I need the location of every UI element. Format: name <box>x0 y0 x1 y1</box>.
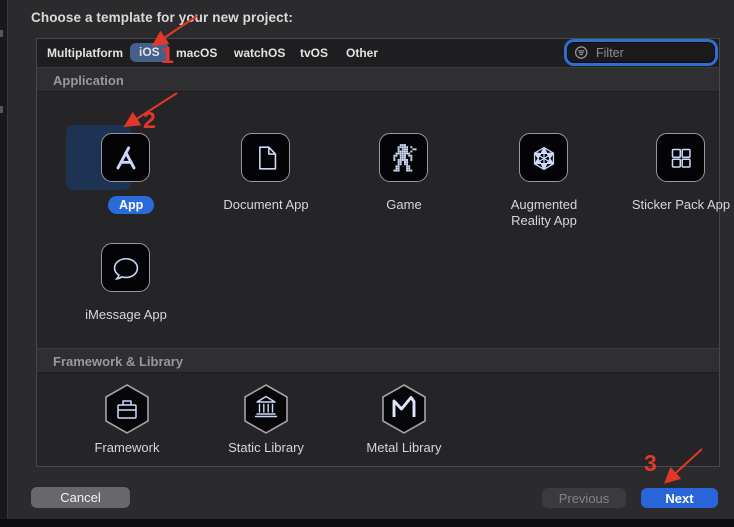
section-header-application: Application <box>37 67 719 92</box>
template-label-document-app[interactable]: Document App <box>204 197 328 213</box>
tab-multiplatform[interactable]: Multiplatform <box>47 39 123 67</box>
window-edge-mark <box>0 30 3 37</box>
metal-hexagon-icon <box>382 384 426 434</box>
template-label-augmented-reality-app[interactable]: Augmented Reality App <box>500 197 588 229</box>
template-item-game[interactable] <box>379 133 428 182</box>
filter-input[interactable] <box>594 44 708 61</box>
screenshot-root: Choose a template for your new project: … <box>0 0 734 527</box>
tab-tvos[interactable]: tvOS <box>300 39 328 67</box>
toolbox-hexagon-icon <box>105 384 149 434</box>
template-label-imessage-app[interactable]: iMessage App <box>64 307 188 323</box>
template-chooser: Multiplatform iOS macOS watchOS tvOS Oth… <box>36 38 730 467</box>
message-bubble-icon <box>113 257 138 280</box>
static-library-label[interactable]: Static Library <box>204 440 328 456</box>
window-edge-mark <box>0 106 3 113</box>
tab-watchos[interactable]: watchOS <box>234 39 285 67</box>
section-header-framework-library: Framework & Library <box>37 348 719 373</box>
template-item-sticker-pack-app[interactable] <box>656 133 705 182</box>
filter-field[interactable] <box>567 42 715 63</box>
underlying-window-edge <box>0 0 8 519</box>
bank-hexagon-icon <box>244 384 288 434</box>
app-store-icon <box>116 145 135 169</box>
static-library-item[interactable] <box>243 384 289 439</box>
next-button[interactable]: Next <box>641 488 718 508</box>
framework-label[interactable]: Framework <box>65 440 189 456</box>
filter-icon <box>574 46 588 59</box>
template-item-app[interactable] <box>101 133 150 182</box>
game-pixel-robot-icon <box>392 143 417 172</box>
new-project-template-dialog: Choose a template for your new project: … <box>8 0 734 519</box>
cancel-button[interactable]: Cancel <box>31 487 130 508</box>
tab-other[interactable]: Other <box>346 39 378 67</box>
document-icon <box>258 145 276 170</box>
tab-ios[interactable]: iOS <box>130 43 169 62</box>
framework-item[interactable] <box>104 384 150 439</box>
template-item-document-app[interactable] <box>241 133 290 182</box>
dialog-title: Choose a template for your new project: <box>31 10 293 25</box>
tab-macos[interactable]: macOS <box>176 39 217 67</box>
metal-library-item[interactable] <box>381 384 427 439</box>
template-label-app[interactable]: App <box>108 196 155 214</box>
template-grid: Application App Document App Game Augmen… <box>37 67 730 466</box>
template-label-sticker-pack-app[interactable]: Sticker Pack App <box>619 197 734 213</box>
previous-button[interactable]: Previous <box>542 488 626 508</box>
platform-tab-bar: Multiplatform iOS macOS watchOS tvOS Oth… <box>37 39 719 68</box>
underlying-window-bottom <box>0 519 734 527</box>
template-label-game[interactable]: Game <box>342 197 466 213</box>
sticker-grid-icon <box>671 148 691 168</box>
metal-library-label[interactable]: Metal Library <box>342 440 466 456</box>
ar-cube-icon <box>527 146 561 170</box>
template-item-imessage-app[interactable] <box>101 243 150 292</box>
template-item-augmented-reality-app[interactable] <box>519 133 568 182</box>
